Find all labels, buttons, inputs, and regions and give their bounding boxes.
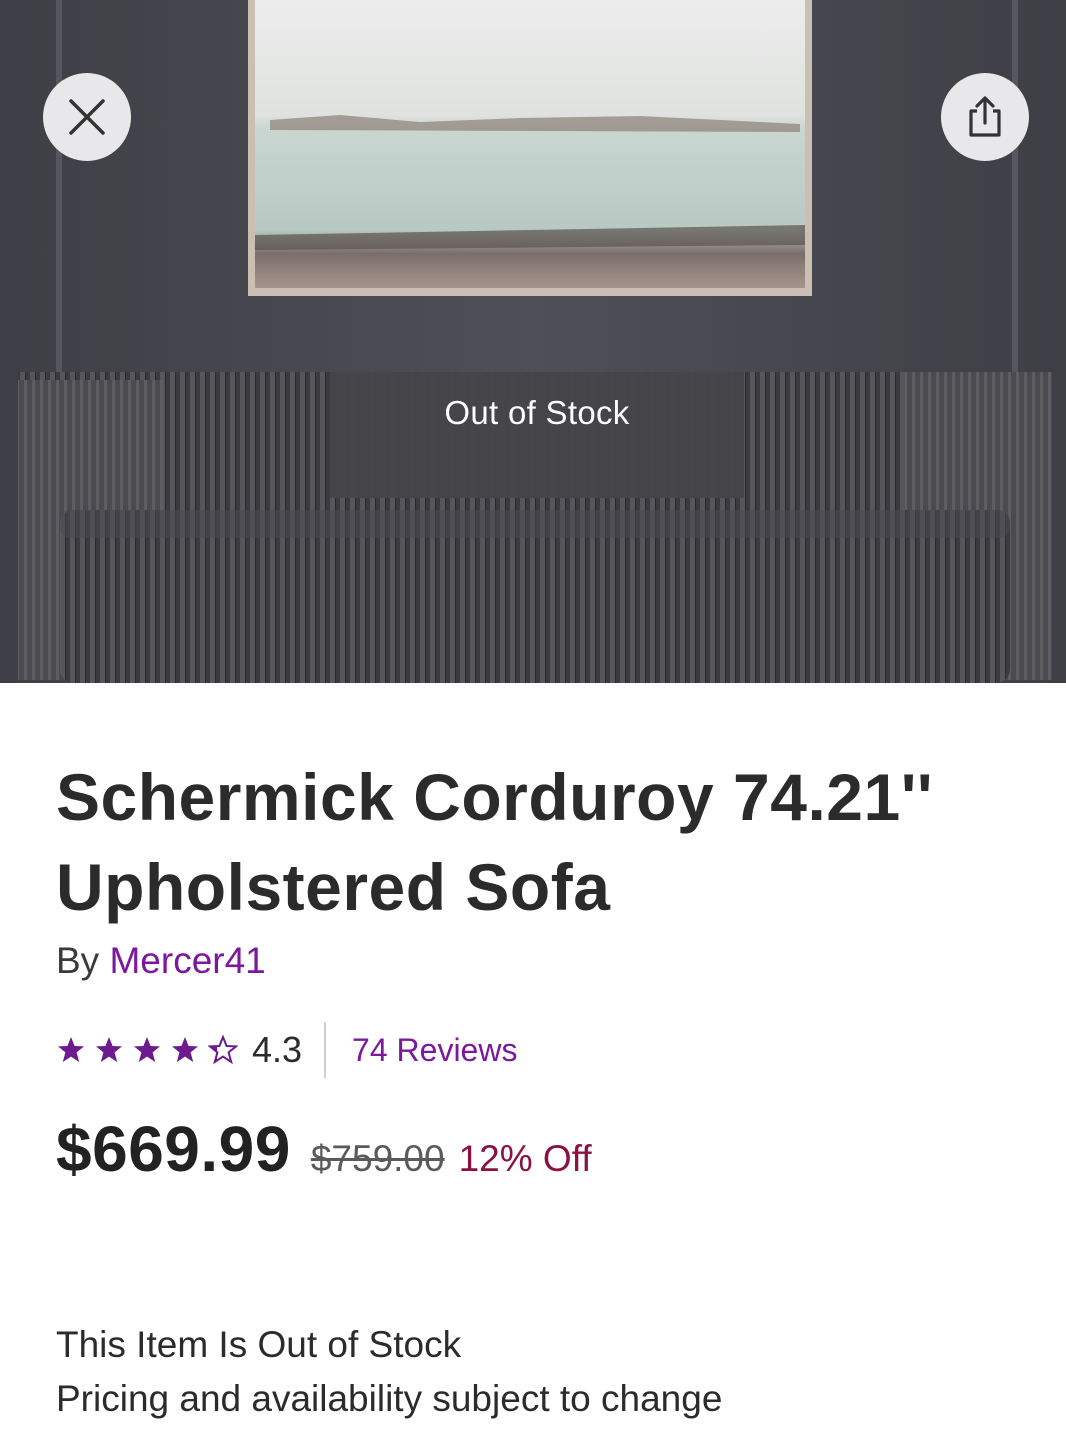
stock-message: This Item Is Out of Stock Pricing and av… xyxy=(56,1318,722,1426)
original-price: $759.00 xyxy=(310,1138,445,1179)
star-icon xyxy=(134,1037,160,1062)
star-icon xyxy=(58,1037,84,1062)
brand-link[interactable]: Mercer41 xyxy=(109,940,265,981)
out-of-stock-overlay: Out of Stock xyxy=(330,372,744,498)
rating-divider xyxy=(324,1022,327,1078)
rating-value: 4.3 xyxy=(252,1029,303,1070)
reviews-link[interactable]: 74 Reviews xyxy=(352,1032,517,1069)
stock-message-title: This Item Is Out of Stock xyxy=(56,1324,462,1365)
rating-row[interactable]: 4.3 74 Reviews xyxy=(56,1020,517,1080)
close-button[interactable] xyxy=(43,73,131,161)
stock-message-subtitle: Pricing and availability subject to chan… xyxy=(56,1378,723,1419)
out-of-stock-label: Out of Stock xyxy=(444,394,630,431)
product-title-line1: Schermick Corduroy 74.21'' xyxy=(56,760,934,834)
discount-label: 12% Off xyxy=(458,1138,592,1179)
share-button[interactable] xyxy=(941,73,1029,161)
star-icon xyxy=(172,1037,198,1062)
brand-byline: By Mercer41 xyxy=(56,940,266,982)
share-icon xyxy=(969,96,1001,137)
star-rating xyxy=(56,1035,238,1065)
close-icon xyxy=(69,99,105,135)
by-label: By xyxy=(56,940,100,981)
product-title-line2: Upholstered Sofa xyxy=(56,850,611,924)
price-row: $669.99 $759.00 12% Off xyxy=(56,1112,592,1192)
product-image[interactable]: Out of Stock xyxy=(0,0,1066,683)
star-icon xyxy=(96,1037,122,1062)
star-icon xyxy=(208,1035,238,1065)
sale-price: $669.99 xyxy=(56,1113,291,1185)
sofa-photo xyxy=(0,0,1066,683)
product-title: Schermick Corduroy 74.21'' Upholstered S… xyxy=(56,752,1036,932)
